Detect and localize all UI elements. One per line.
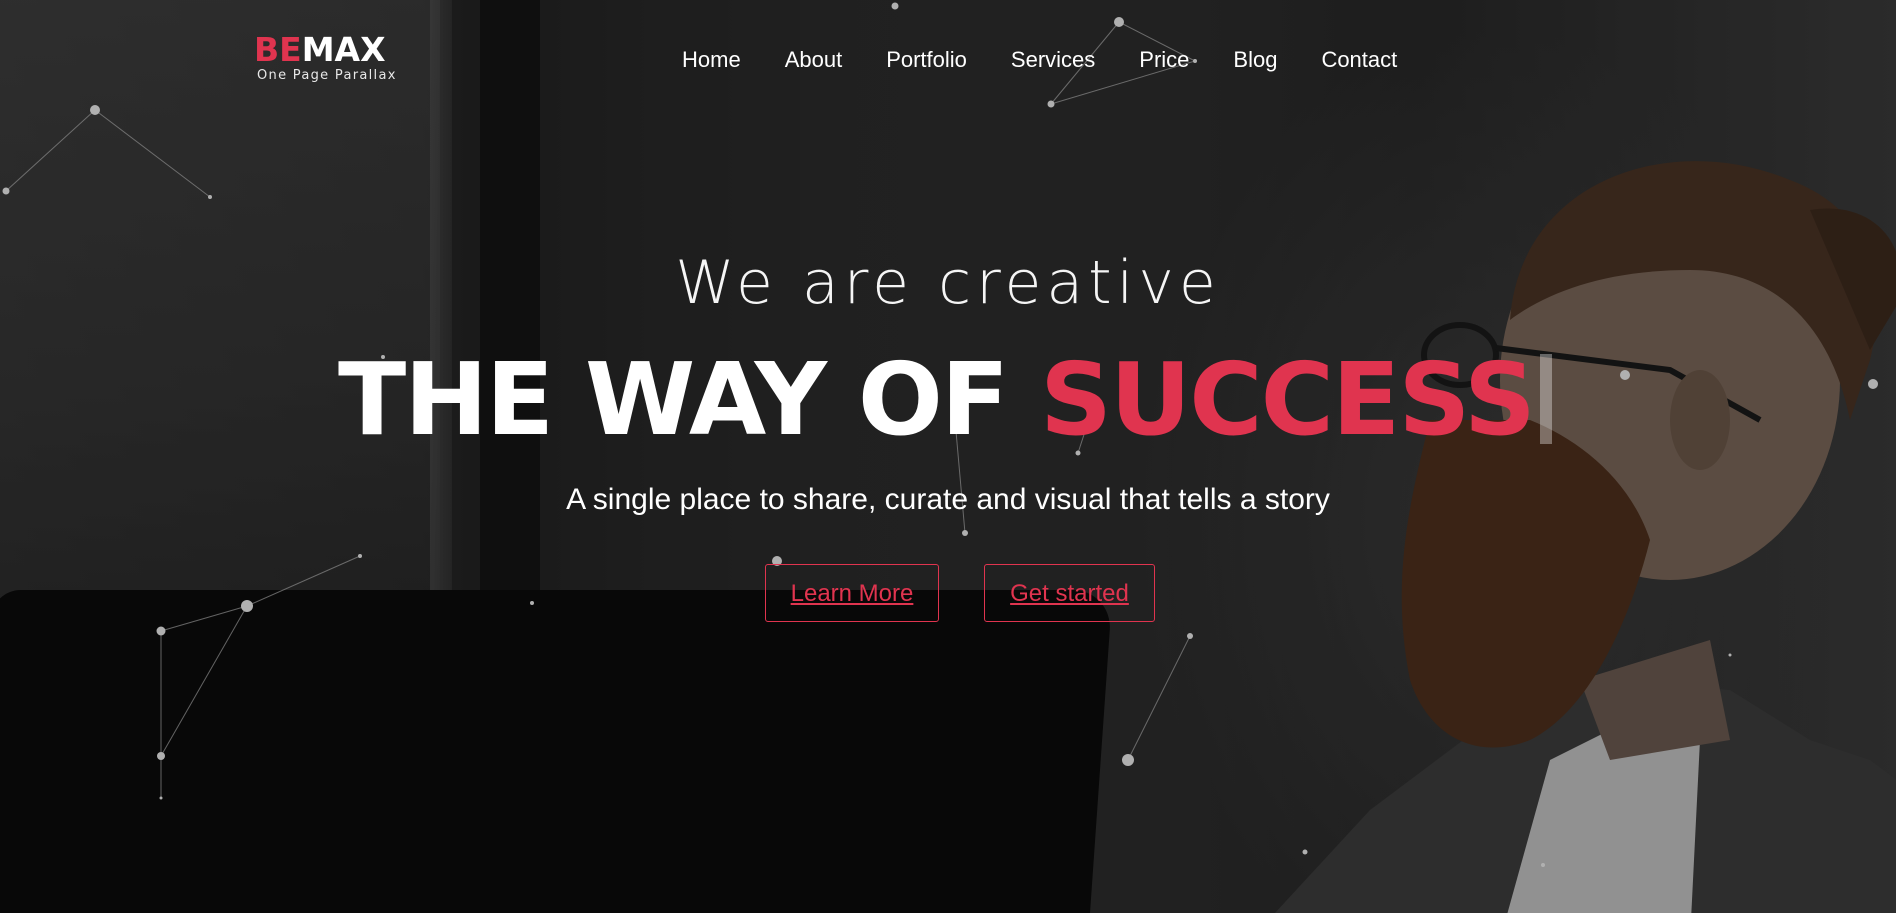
main-nav: Home About Portfolio Services Price Blog… [682,47,1397,73]
headline-accent-text: SUCCESS [1040,341,1536,458]
logo-tagline: One Page Parallax [257,68,397,83]
hero-subline: A single place to share, curate and visu… [566,483,1330,516]
nav-item-portfolio[interactable]: Portfolio [886,47,967,73]
site-logo[interactable]: BEMAX One Page Parallax [254,32,397,84]
nav-item-contact[interactable]: Contact [1321,47,1397,73]
nav-item-about[interactable]: About [785,47,843,73]
hero-section: BEMAX One Page Parallax Home About Portf… [0,0,1896,913]
learn-more-button[interactable]: Learn More [765,564,939,622]
hero-kicker: We are creative [675,248,1221,318]
nav-item-blog[interactable]: Blog [1233,47,1277,73]
nav-item-home[interactable]: Home [682,47,741,73]
logo-accent-text: BE [254,30,302,69]
get-started-button[interactable]: Get started [984,564,1155,622]
headline-main-text: THE WAY OF [338,341,1041,458]
nav-item-price[interactable]: Price [1139,47,1189,73]
logo-wordmark: BEMAX [254,32,397,68]
hero-headline: THE WAY OF SUCCESS [338,340,1552,460]
nav-item-services[interactable]: Services [1011,47,1095,73]
typing-cursor [1539,354,1552,444]
logo-main-text: MAX [301,30,386,69]
